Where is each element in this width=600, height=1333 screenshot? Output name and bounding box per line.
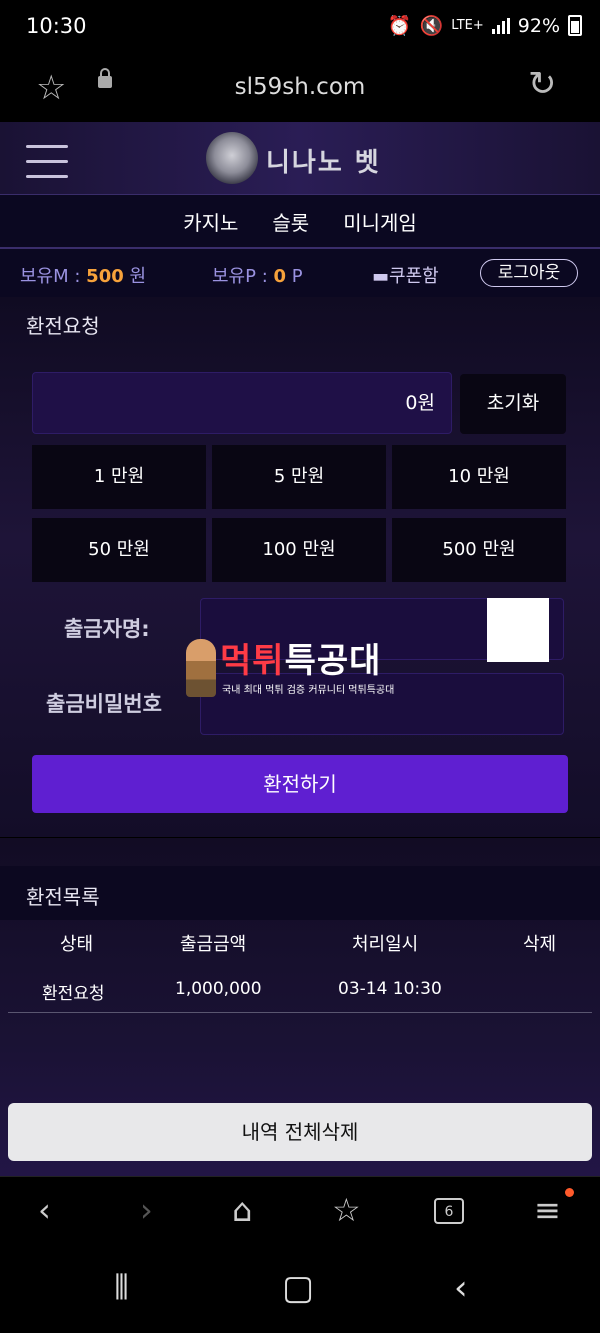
row-time: 03-14 10:30 xyxy=(338,979,442,999)
bookmarks-icon[interactable]: ☆ xyxy=(332,1191,361,1229)
money-balance: 보유M : 500 원 xyxy=(20,266,147,287)
main-nav: 카지노 슬롯 미니게임 xyxy=(0,195,600,249)
battery-icon xyxy=(568,15,582,36)
browser-url-bar: ☆ sl59sh.com ↻ xyxy=(0,56,600,122)
home-button-icon[interactable]: ▢ xyxy=(282,1268,314,1308)
status-icons: ⏰ 🔇 LTE+ 92% xyxy=(388,14,582,37)
battery-percent: 92% xyxy=(517,14,560,37)
col-time: 처리일시 xyxy=(352,934,419,955)
row-divider xyxy=(8,1012,592,1013)
amount-input[interactable]: 0원 xyxy=(32,372,452,434)
nav-casino[interactable]: 카지노 xyxy=(183,207,238,236)
recents-icon[interactable]: ⦀ xyxy=(114,1268,129,1308)
menu-icon[interactable] xyxy=(26,145,68,190)
forward-icon[interactable]: › xyxy=(140,1191,153,1229)
chip-100k-button[interactable]: 10 만원 xyxy=(392,445,566,509)
point-balance: 보유P : 0 P xyxy=(212,266,303,287)
system-back-icon[interactable]: ‹ xyxy=(454,1268,468,1308)
col-amount: 출금금액 xyxy=(180,934,247,955)
tabs-icon[interactable]: 6 xyxy=(434,1198,464,1224)
mute-icon: 🔇 xyxy=(419,15,444,37)
back-icon[interactable]: ‹ xyxy=(38,1191,51,1229)
exchange-submit-button[interactable]: 환전하기 xyxy=(32,755,568,813)
depositor-label: 출금자명: xyxy=(64,617,150,641)
menu-lines-icon[interactable]: ≡ xyxy=(534,1191,561,1229)
row-amount: 1,000,000 xyxy=(175,979,262,999)
logo-mask-icon xyxy=(206,132,258,184)
redaction-box xyxy=(487,598,549,662)
soldier-icon xyxy=(186,639,216,697)
reload-icon[interactable]: ↻ xyxy=(528,64,557,104)
chip-1m-button[interactable]: 100 만원 xyxy=(212,518,386,582)
history-title: 환전목록 xyxy=(26,885,100,909)
signal-icon xyxy=(491,17,510,34)
balance-bar: 보유M : 500 원 보유P : 0 P ▬쿠폰함 로그아웃 xyxy=(0,249,600,297)
col-status: 상태 xyxy=(60,934,94,955)
money-value: 500 xyxy=(86,266,124,287)
password-label: 출금비밀번호 xyxy=(46,692,162,716)
chip-50k-button[interactable]: 5 만원 xyxy=(212,445,386,509)
col-delete: 삭제 xyxy=(523,934,557,955)
site-header: 니나노 벳 xyxy=(0,122,600,195)
site-logo[interactable]: 니나노 벳 xyxy=(206,130,396,186)
logout-button[interactable]: 로그아웃 xyxy=(480,259,578,287)
point-value: 0 xyxy=(273,266,287,287)
row-status: 환전요청 xyxy=(42,984,105,1004)
status-bar: 10:30 ⏰ 🔇 LTE+ 92% xyxy=(0,0,600,56)
chip-5m-button[interactable]: 500 만원 xyxy=(392,518,566,582)
nav-slot[interactable]: 슬롯 xyxy=(272,207,309,236)
system-nav-bar: ⦀ ▢ ‹ xyxy=(0,1252,600,1333)
watermark: 먹튀특공대 국내 최대 먹튀 검증 커뮤니티 먹튀특공대 xyxy=(186,633,446,697)
clear-all-button[interactable]: 내역 전체삭제 xyxy=(8,1103,592,1161)
reset-button[interactable]: 초기화 xyxy=(460,374,566,434)
clock: 10:30 xyxy=(26,14,87,38)
chip-500k-button[interactable]: 50 만원 xyxy=(32,518,206,582)
coupon-icon: ▬ xyxy=(372,266,390,287)
network-label: LTE+ xyxy=(451,18,484,33)
url-text[interactable]: sl59sh.com xyxy=(0,74,600,100)
browser-toolbar: ‹ › ⌂ ☆ ≡ xyxy=(0,1176,600,1253)
nav-minigame[interactable]: 미니게임 xyxy=(343,207,417,236)
home-icon[interactable]: ⌂ xyxy=(232,1191,252,1229)
coupon-box-link[interactable]: ▬쿠폰함 xyxy=(372,262,439,288)
exchange-title: 환전요청 xyxy=(26,314,100,338)
logo-text: 니나노 벳 xyxy=(266,148,381,178)
alarm-icon: ⏰ xyxy=(387,15,412,37)
chip-10k-button[interactable]: 1 만원 xyxy=(32,445,206,509)
notification-dot xyxy=(565,1188,574,1197)
